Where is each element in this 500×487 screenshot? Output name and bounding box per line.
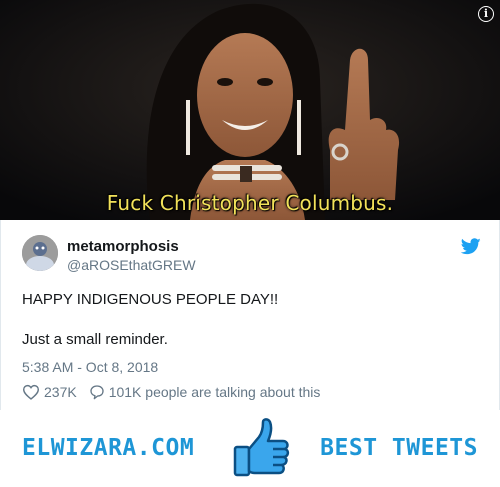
- info-icon[interactable]: i: [478, 6, 494, 22]
- like-button[interactable]: 237K: [22, 384, 77, 400]
- twitter-bird-icon[interactable]: [461, 238, 481, 255]
- video-caption: Fuck Christopher Columbus.: [106, 191, 394, 215]
- tweet-text: HAPPY INDIGENOUS PEOPLE DAY!! Just a sma…: [22, 290, 479, 350]
- user-handle[interactable]: @aROSEthatGREW: [67, 257, 196, 273]
- site-name[interactable]: ELWIZARA.COM: [22, 435, 194, 461]
- tweet-media-image[interactable]: Fuck Christopher Columbus. i: [0, 0, 500, 220]
- reply-conversation-button[interactable]: 101K people are talking about this: [89, 384, 321, 400]
- video-still-illustration: [0, 0, 500, 220]
- tweet-timestamp[interactable]: 5:38 AM - Oct 8, 2018: [22, 359, 158, 375]
- speech-bubble-icon: [90, 385, 104, 400]
- tweet-card: metamorphosis @aROSEthatGREW HAPPY INDIG…: [0, 220, 500, 411]
- display-name[interactable]: metamorphosis: [67, 238, 179, 255]
- conversation-text: 101K people are talking about this: [108, 384, 321, 400]
- tweet-text-line: Just a small reminder.: [22, 331, 168, 348]
- tweet-text-line: HAPPY INDIGENOUS PEOPLE DAY!!: [22, 291, 279, 308]
- thumbs-up-icon: [233, 418, 290, 477]
- best-tweets-label: BEST TWEETS: [320, 435, 478, 461]
- footer-banner: ELWIZARA.COM BEST TWEETS: [0, 410, 500, 487]
- like-count: 237K: [44, 384, 77, 400]
- tweet-actions: 237K 101K people are talking about this: [22, 384, 320, 400]
- heart-icon: [22, 384, 40, 400]
- avatar[interactable]: [22, 235, 58, 271]
